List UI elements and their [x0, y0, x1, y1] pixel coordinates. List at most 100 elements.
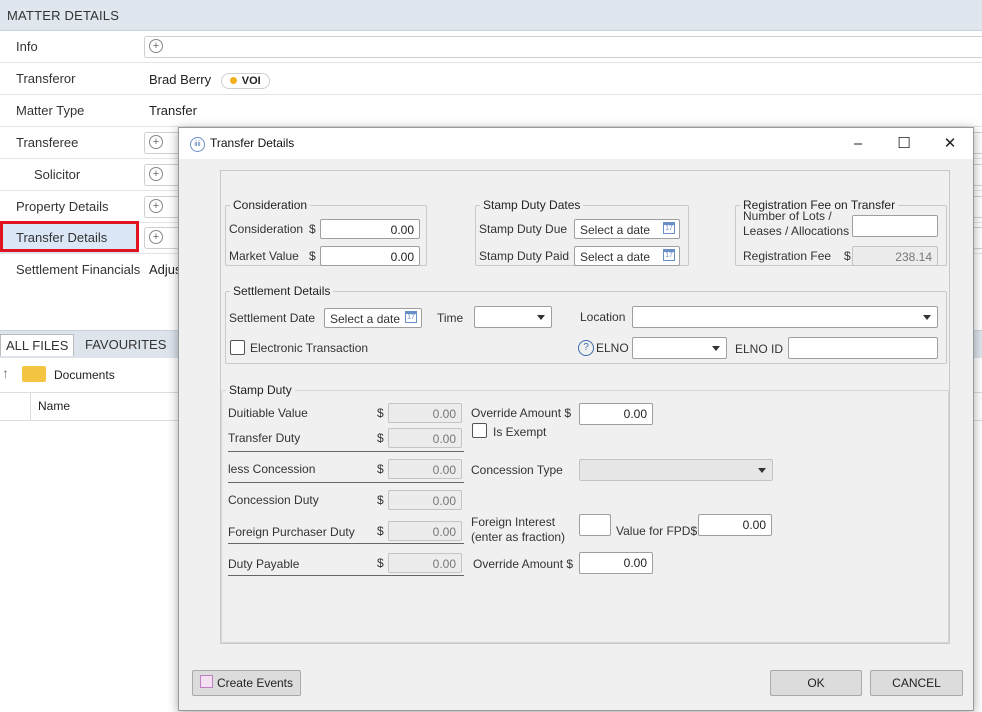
voi-badge[interactable]: VOI	[220, 72, 270, 89]
ok-button[interactable]: OK	[770, 670, 862, 696]
settlement-details-legend: Settlement Details	[233, 284, 331, 298]
chevron-down-icon[interactable]	[537, 315, 545, 320]
folder-name[interactable]: Documents	[54, 368, 115, 382]
lots-label-line2: Leases / Allocations	[743, 224, 850, 238]
transferee-label: Transferee	[16, 135, 79, 150]
stamp-duty-group: Stamp Duty Duitiable Value $ 0.00 Transf…	[221, 383, 949, 643]
chevron-down-icon[interactable]	[758, 468, 766, 473]
foreign-interest-input[interactable]	[579, 514, 611, 536]
dialog-titlebar[interactable]: iiii Transfer Details – ☐ ✕	[179, 128, 973, 159]
less-concession-label: less Concession	[228, 462, 316, 476]
voi-label: VOI	[241, 74, 261, 87]
minimize-icon[interactable]: –	[835, 128, 881, 159]
divider-line	[228, 543, 464, 544]
foreign-interest-label-line2: (enter as fraction)	[471, 530, 566, 544]
concession-duty-currency: $	[377, 493, 384, 507]
arrow-up-icon[interactable]: ↑	[2, 365, 9, 381]
lots-input[interactable]	[852, 215, 938, 237]
stamp-duty-due-picker[interactable]: Select a date 17	[574, 219, 680, 239]
help-icon[interactable]: ?	[578, 340, 594, 356]
plus-circle-icon[interactable]: +	[149, 167, 163, 181]
stamp-duty-dates-legend: Stamp Duty Dates	[483, 198, 581, 212]
concession-type-dropdown[interactable]	[579, 459, 773, 481]
create-events-button[interactable]: Create Events	[192, 670, 301, 696]
plus-circle-icon[interactable]: +	[149, 135, 163, 149]
matter-type-label: Matter Type	[16, 103, 85, 118]
location-label: Location	[580, 310, 626, 324]
divider-line	[228, 482, 464, 483]
property-details-label: Property Details	[16, 199, 109, 214]
stamp-duty-dates-group: Stamp Duty Dates Stamp Duty Due Select a…	[475, 198, 689, 266]
dutiable-value-input: 0.00	[388, 403, 462, 423]
chevron-down-icon[interactable]	[923, 315, 931, 320]
plus-circle-icon[interactable]: +	[149, 199, 163, 213]
electronic-transaction-checkbox[interactable]	[230, 340, 245, 355]
dialog-title: Transfer Details	[210, 136, 295, 150]
concession-type-label: Concession Type	[471, 463, 563, 477]
foreign-purchaser-duty-label: Foreign Purchaser Duty	[228, 525, 355, 539]
transfer-duty-currency: $	[377, 431, 384, 445]
column-header-name[interactable]: Name	[38, 399, 70, 413]
override-amount-label: Override Amount $	[471, 406, 572, 420]
electronic-transaction-label[interactable]: Electronic Transaction	[250, 341, 368, 355]
solicitor-label: Solicitor	[34, 167, 81, 182]
matter-type-value: Transfer	[149, 103, 197, 118]
info-add-field[interactable]: +	[144, 36, 982, 58]
settlement-financials-value: Adjus	[149, 262, 182, 277]
maximize-icon[interactable]: ☐	[881, 128, 927, 159]
plus-circle-icon[interactable]: +	[149, 39, 163, 53]
cancel-button[interactable]: CANCEL	[870, 670, 963, 696]
settlement-date-placeholder: Select a date	[330, 312, 401, 326]
less-concession-currency: $	[377, 462, 384, 476]
info-label: Info	[16, 39, 38, 54]
consideration-currency: $	[309, 222, 316, 236]
settlement-details-group: Settlement Details Settlement Date Selec…	[225, 284, 947, 364]
value-for-fpd-input[interactable]: 0.00	[698, 514, 772, 536]
dutiable-value-label: Duitiable Value	[228, 406, 308, 420]
chevron-down-icon[interactable]	[712, 346, 720, 351]
matter-details-title: MATTER DETAILS	[7, 8, 120, 23]
transfer-duty-input: 0.00	[388, 428, 462, 448]
calendar-icon[interactable]: 17	[663, 222, 675, 234]
stamp-duty-due-label: Stamp Duty Due	[479, 222, 568, 236]
transferor-name[interactable]: Brad Berry	[149, 72, 211, 87]
dutiable-currency: $	[377, 406, 384, 420]
app-icon: iiii	[190, 137, 205, 152]
stamp-duty-paid-picker[interactable]: Select a date 17	[574, 246, 680, 266]
registration-fee-label: Registration Fee	[743, 249, 832, 263]
registration-fee-group: Registration Fee on Transfer Number of L…	[735, 198, 947, 266]
consideration-input[interactable]: 0.00	[320, 219, 420, 239]
transferor-value[interactable]: Brad Berry VOI	[149, 72, 270, 89]
dialog-content-panel: Consideration Consideration $ 0.00 Marke…	[220, 170, 950, 644]
transfer-duty-label: Transfer Duty	[228, 431, 301, 445]
settlement-date-picker[interactable]: Select a date 17	[324, 308, 422, 328]
time-dropdown[interactable]	[474, 306, 552, 328]
elno-dropdown[interactable]	[632, 337, 727, 359]
calendar-icon[interactable]: 17	[663, 249, 675, 261]
is-exempt-label[interactable]: Is Exempt	[493, 425, 546, 439]
create-events-label: Create Events	[216, 676, 294, 690]
location-dropdown[interactable]	[632, 306, 938, 328]
foreign-purchaser-duty-input: 0.00	[388, 521, 462, 541]
tab-favourites[interactable]: FAVOURITES	[80, 334, 171, 355]
folder-icon	[22, 366, 46, 382]
close-icon[interactable]: ✕	[927, 128, 973, 159]
less-concession-input: 0.00	[388, 459, 462, 479]
stamp-duty-due-placeholder: Select a date	[580, 223, 651, 237]
market-value-currency: $	[309, 249, 316, 263]
tab-all-files[interactable]: ALL FILES	[0, 334, 75, 356]
calendar-icon[interactable]: 17	[405, 311, 417, 323]
market-value-input[interactable]: 0.00	[320, 246, 420, 266]
stamp-duty-legend: Stamp Duty	[229, 383, 292, 397]
voi-status-dot-icon	[229, 77, 237, 85]
is-exempt-checkbox[interactable]	[472, 423, 487, 438]
transferor-label: Transferor	[16, 71, 76, 86]
settlement-date-label: Settlement Date	[229, 311, 316, 325]
override-amount-2-input[interactable]: 0.00	[579, 552, 653, 574]
override-amount-input[interactable]: 0.00	[579, 403, 653, 425]
elno-id-input[interactable]	[788, 337, 938, 359]
row-matter-type: Matter Type Transfer	[0, 95, 982, 127]
foreign-duty-currency: $	[377, 524, 384, 538]
plus-circle-icon[interactable]: +	[149, 230, 163, 244]
concession-duty-input: 0.00	[388, 490, 462, 510]
